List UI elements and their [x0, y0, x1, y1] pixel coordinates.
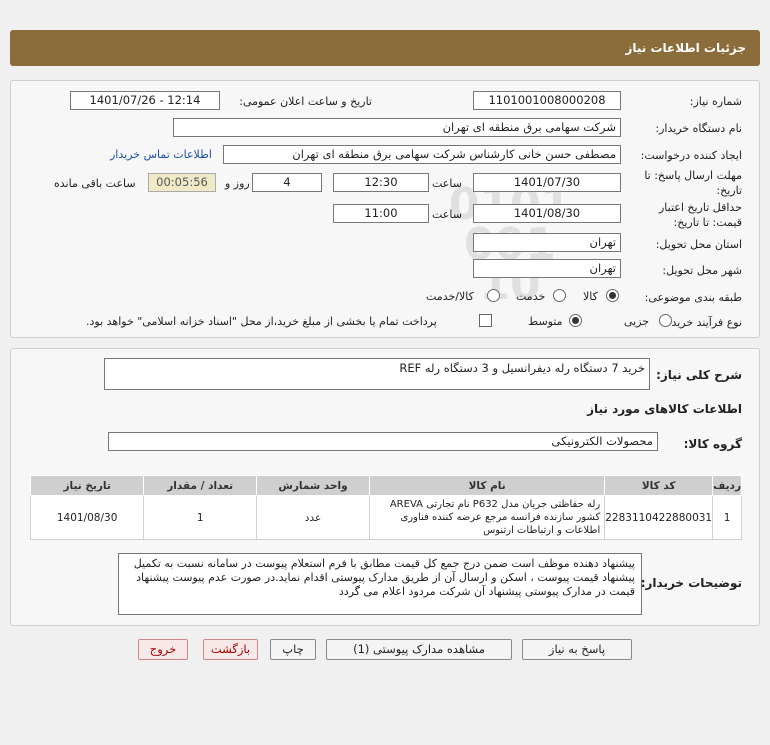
contact-buyer-link[interactable]: اطلاعات تماس خریدار	[110, 148, 212, 161]
buyer-org-field[interactable]: شرکت سهامی برق منطقه ای تهران	[173, 118, 621, 137]
validity-label-line1: حداقل تاریخ اعتبار	[658, 201, 742, 214]
page-title: جزئیات اطلاعات نیاز	[10, 30, 760, 66]
summary-label: شرح کلی نیاز:	[656, 368, 742, 382]
exit-button[interactable]: خروج	[138, 639, 188, 660]
col-unit: واحد شمارش	[256, 475, 371, 496]
cell-qty: 1	[143, 495, 258, 540]
province-field[interactable]: تهران	[473, 233, 621, 252]
city-label: شهر محل تحویل:	[662, 264, 742, 277]
category-goods-label: کالا	[583, 290, 598, 303]
table-row: 1 2283110422880031 رله حفاظتی جریان مدل …	[29, 495, 742, 540]
process-minor-radio[interactable]	[659, 314, 672, 327]
buyer-notes-label: توضیحات خریدار:	[640, 576, 742, 590]
announce-date-field[interactable]: 1401/07/26 - 12:14	[70, 91, 220, 110]
cell-date: 1401/08/30	[29, 495, 145, 540]
validity-label-line2: قیمت: تا تاریخ:	[673, 216, 742, 229]
category-goods-radio[interactable]	[606, 289, 619, 302]
deadline-label: مهلت ارسال پاسخ: تا تاریخ:	[644, 168, 742, 198]
validity-date-field[interactable]: 1401/08/30	[473, 204, 621, 223]
category-service-radio[interactable]	[553, 289, 566, 302]
goods-table: ردیف کد کالا نام کالا واحد شمارش تعداد /…	[29, 475, 742, 540]
need-number-field[interactable]: 1101001008000208	[473, 91, 621, 110]
buyer-org-label: نام دستگاه خریدار:	[655, 122, 742, 135]
cell-code: 2283110422880031	[604, 495, 714, 540]
deadline-label-line1: مهلت ارسال پاسخ: تا	[644, 169, 742, 182]
summary-field[interactable]: خرید 7 دستگاه رله دیفرانسیل و 3 دستگاه ر…	[104, 358, 650, 390]
days-label: روز و	[225, 177, 250, 190]
process-label: نوع فرآیند خرید :	[664, 316, 742, 329]
print-button[interactable]: چاپ	[270, 639, 316, 660]
category-label: طبقه بندی موضوعی:	[644, 291, 742, 304]
cell-name: رله حفاظتی جریان مدل P632 نام تجارتی ARE…	[369, 495, 606, 540]
category-both-radio[interactable]	[487, 289, 500, 302]
province-label: استان محل تحویل:	[655, 238, 742, 251]
category-service-label: خدمت	[516, 290, 546, 303]
col-code: کد کالا	[604, 475, 714, 496]
buyer-notes-field: پیشنهاد دهنده موظف است ضمن درج جمع کل قی…	[118, 553, 642, 615]
col-row: ردیف	[712, 475, 742, 496]
deadline-date-field[interactable]: 1401/07/30	[473, 173, 621, 192]
requester-field[interactable]: مصطفی حسن خانی کارشناس شرکت سهامی برق من…	[223, 145, 621, 164]
view-attachments-button[interactable]: مشاهده مدارک پیوستی (1)	[326, 639, 512, 660]
process-minor-label: جزیی	[624, 315, 650, 328]
validity-time-field[interactable]: 11:00	[333, 204, 429, 223]
process-medium-radio[interactable]	[569, 314, 582, 327]
deadline-time-field[interactable]: 12:30	[333, 173, 429, 192]
col-date: تاریخ نیاز	[29, 475, 145, 496]
col-name: نام کالا	[369, 475, 606, 496]
validity-time-label: ساعت	[432, 208, 462, 221]
goods-group-label: گروه کالا:	[683, 437, 742, 451]
cell-unit: عدد	[256, 495, 371, 540]
remaining-label: ساعت باقی مانده	[54, 177, 136, 190]
cell-row: 1	[712, 495, 742, 540]
deadline-time-label: ساعت	[432, 177, 462, 190]
city-field[interactable]: تهران	[473, 259, 621, 278]
back-button[interactable]: بازگشت	[203, 639, 258, 660]
requester-label: ایجاد کننده درخواست:	[640, 149, 742, 162]
goods-group-field[interactable]: محصولات الکترونیکی	[108, 432, 658, 451]
validity-label: حداقل تاریخ اعتبار قیمت: تا تاریخ:	[659, 200, 742, 230]
announce-date-label: تاریخ و ساعت اعلان عمومی:	[239, 95, 372, 108]
col-qty: تعداد / مقدار	[143, 475, 258, 496]
need-number-label: شماره نیاز:	[689, 95, 742, 108]
category-both-label: کالا/خدمت	[426, 290, 474, 303]
reply-button[interactable]: پاسخ به نیاز	[522, 639, 632, 660]
days-field[interactable]: 4	[252, 173, 322, 192]
process-medium-label: متوسط	[528, 315, 563, 328]
treasury-payment-note: پرداخت تمام یا بخشی از مبلغ خرید،از محل …	[86, 315, 437, 328]
goods-section-title: اطلاعات کالاهای مورد نیاز	[587, 402, 742, 416]
countdown-timer: 00:05:56	[148, 173, 216, 192]
deadline-label-line2: تاریخ:	[716, 184, 742, 197]
treasury-payment-checkbox[interactable]	[479, 314, 492, 327]
